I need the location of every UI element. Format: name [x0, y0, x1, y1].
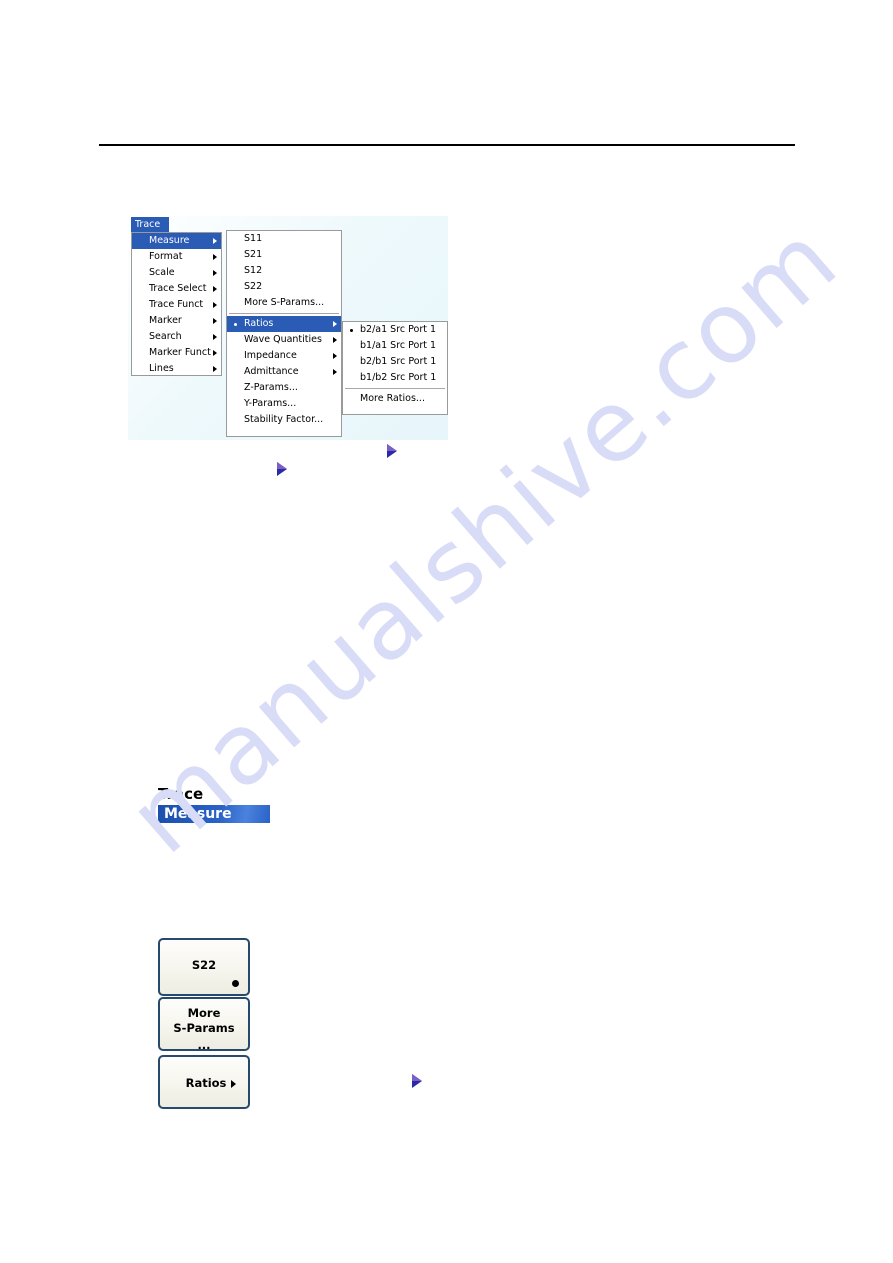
- menu-level3-item-label: b2/a1 Src Port 1: [360, 324, 437, 335]
- blue-arrow-icon: [387, 444, 397, 458]
- menu-level2-item-label: S21: [244, 249, 263, 260]
- chevron-right-icon: [213, 253, 217, 260]
- menu-level2-item[interactable]: Impedance: [227, 348, 341, 364]
- menu-level2-item-label: Z-Params...: [244, 382, 298, 393]
- softkey-ratios[interactable]: Ratios: [158, 1055, 250, 1109]
- chevron-right-icon: [333, 352, 337, 359]
- menu-level1-item[interactable]: Scale: [132, 265, 221, 281]
- menu-level2-item-label: Wave Quantities: [244, 334, 322, 345]
- menu-level1-item[interactable]: Lines: [132, 361, 221, 377]
- softkey-more-line3: ...: [197, 1038, 211, 1052]
- blue-arrow-icon: [412, 1074, 422, 1088]
- menu-level2-item-label: S11: [244, 233, 263, 244]
- watermark-layer: manualshive.com: [0, 0, 893, 1263]
- menu-level2-item-label: Y-Params...: [244, 398, 297, 409]
- menu-level1-item-label: Measure: [149, 235, 190, 246]
- menu-level1-item[interactable]: Marker Funct: [132, 345, 221, 361]
- header-divider: [99, 144, 795, 146]
- softkey-s22[interactable]: S22: [158, 938, 250, 996]
- softkey-ratios-text: Ratios: [185, 1076, 227, 1090]
- menu-level3-item-label: b1/b2 Src Port 1: [360, 372, 437, 383]
- menu-level2-item-label: More S-Params...: [244, 297, 325, 308]
- menu-level2-item-label: Ratios: [244, 318, 274, 329]
- softkey-more-s-params[interactable]: More S-Params ...: [158, 997, 250, 1053]
- softkey-heading: Trace Measure: [158, 786, 270, 823]
- menu-level2-item[interactable]: Y-Params...: [227, 396, 341, 412]
- menu-level1-item-label: Search: [149, 331, 182, 342]
- softkey-more-label: More S-Params ...: [160, 1006, 248, 1053]
- menu-level2-item[interactable]: Stability Factor...: [227, 412, 341, 428]
- menu-level2-item-label: Admittance: [244, 366, 299, 377]
- menu-level2-item-label: Impedance: [244, 350, 297, 361]
- softkey-more-line2: S-Params: [173, 1021, 235, 1035]
- bullet-icon: [234, 322, 237, 326]
- menu-level3-item[interactable]: b2/a1 Src Port 1: [343, 322, 447, 338]
- softkey-panel-subtitle: Measure: [158, 805, 270, 823]
- menu-level1-item-label: Marker: [149, 315, 182, 326]
- menu-level2-item[interactable]: S11: [227, 231, 341, 247]
- app-titlebar: Trace: [131, 217, 169, 232]
- chevron-right-icon: [333, 320, 337, 327]
- menu-level3-item-label: b2/b1 Src Port 1: [360, 356, 437, 367]
- state-dot-icon: [232, 980, 239, 987]
- chevron-right-icon: [213, 365, 217, 372]
- menu-level2-item[interactable]: Z-Params...: [227, 380, 341, 396]
- chevron-right-icon: [213, 333, 217, 340]
- menu-panel-level2[interactable]: S11 S21 S12 S22 More S-Params... Ratios Wave Q…: [226, 230, 342, 437]
- menu-level1-item-label: Scale: [149, 267, 175, 278]
- menu-level1-item-label: Trace Select: [149, 283, 207, 294]
- menu-level2-item[interactable]: Wave Quantities: [227, 332, 341, 348]
- menu-level1-item[interactable]: Search: [132, 329, 221, 345]
- chevron-right-icon: [333, 336, 337, 343]
- menu-level2-item[interactable]: More S-Params...: [227, 295, 341, 311]
- bullet-icon: [350, 328, 353, 332]
- softkey-ratios-label: Ratios: [160, 1076, 248, 1091]
- menu-level3-item-label: b1/a1 Src Port 1: [360, 340, 437, 351]
- chevron-right-icon: [213, 317, 217, 324]
- menu-level3-item-label: More Ratios...: [360, 393, 425, 404]
- chevron-right-icon: [213, 285, 217, 292]
- softkey-s22-label: S22: [191, 958, 217, 972]
- menu-level1-item[interactable]: Format: [132, 249, 221, 265]
- menu-level3-item[interactable]: b1/b2 Src Port 1: [343, 370, 447, 386]
- menu-level1-item[interactable]: Trace Funct: [132, 297, 221, 313]
- menu-level2-item[interactable]: Admittance: [227, 364, 341, 380]
- menu-level2-item[interactable]: Ratios: [227, 316, 341, 332]
- menu-level1-item-label: Marker Funct: [149, 347, 211, 358]
- menu-level2-item-label: S22: [244, 281, 263, 292]
- chevron-right-icon: [213, 237, 217, 244]
- chevron-right-icon: [333, 368, 337, 375]
- menu-level2-item-label: Stability Factor...: [244, 414, 324, 425]
- menu-level2-item-label: S12: [244, 265, 263, 276]
- menu-panel-level3[interactable]: b2/a1 Src Port 1 b1/a1 Src Port 1 b2/b1 Sr…: [342, 321, 448, 415]
- trace-menu-screenshot: Trace Measure Format Scale Trace Select Trac…: [128, 216, 448, 440]
- menu-level1-item[interactable]: Measure: [132, 233, 221, 249]
- menu-level1-item-label: Lines: [149, 363, 174, 374]
- menu-level3-separator: [345, 388, 445, 389]
- menu-level2-separator: [229, 313, 339, 314]
- menu-level1-item[interactable]: Trace Select: [132, 281, 221, 297]
- chevron-right-icon: [231, 1079, 236, 1088]
- chevron-right-icon: [213, 301, 217, 308]
- menu-level2-item[interactable]: S12: [227, 263, 341, 279]
- menu-panel-level1[interactable]: Measure Format Scale Trace Select Trace Func…: [131, 232, 222, 376]
- menu-level3-item[interactable]: b1/a1 Src Port 1: [343, 338, 447, 354]
- menu-level1-item[interactable]: Marker: [132, 313, 221, 329]
- menu-level2-item[interactable]: S21: [227, 247, 341, 263]
- menu-level2-item[interactable]: S22: [227, 279, 341, 295]
- chevron-right-icon: [213, 349, 217, 356]
- softkey-panel-title: Trace: [158, 785, 204, 803]
- menu-level1-item-label: Format: [149, 251, 183, 262]
- menu-level1-item-label: Trace Funct: [149, 299, 204, 310]
- chevron-right-icon: [213, 269, 217, 276]
- softkey-more-line1: More: [187, 1006, 221, 1020]
- menu-level3-item[interactable]: b2/b1 Src Port 1: [343, 354, 447, 370]
- blue-arrow-icon: [277, 462, 287, 476]
- menu-level3-item[interactable]: More Ratios...: [343, 391, 447, 407]
